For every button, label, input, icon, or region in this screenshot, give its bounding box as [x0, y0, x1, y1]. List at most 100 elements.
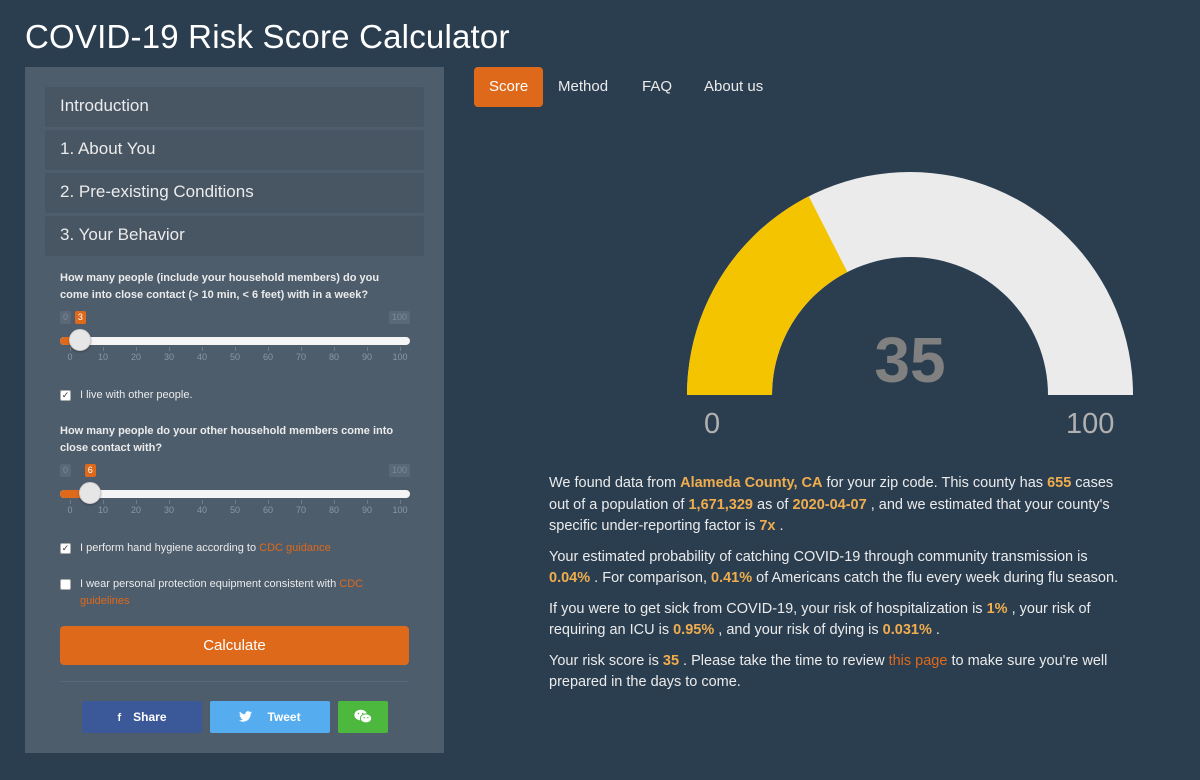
- twitter-tweet-button[interactable]: Tweet: [210, 701, 330, 733]
- slider-tick-mark: [334, 500, 335, 504]
- slider-tick-mark: [70, 347, 71, 351]
- slider-tick-label: 40: [196, 352, 208, 362]
- slider-tick-mark: [400, 500, 401, 504]
- section-introduction[interactable]: Introduction: [45, 87, 424, 127]
- icu-risk: 0.95%: [673, 622, 715, 638]
- slider-tick-label: 90: [361, 352, 373, 362]
- slider-value-label: 6: [84, 464, 96, 477]
- gauge-value: 35: [874, 324, 946, 396]
- slider-tick-label: 70: [295, 352, 307, 362]
- slider-tick-label: 60: [262, 352, 274, 362]
- hospitalization-risk: 1%: [986, 600, 1008, 617]
- slider-tick-label: 10: [97, 352, 109, 362]
- twitter-icon: [239, 711, 255, 724]
- slider-tick-mark: [103, 347, 104, 351]
- slider-tick-label: 40: [196, 505, 208, 515]
- population: 1,671,329: [688, 496, 753, 513]
- slider-tick-label: 80: [328, 505, 340, 515]
- flu-rate: 0.41%: [711, 570, 753, 586]
- facebook-share-button[interactable]: f Share: [82, 701, 202, 733]
- slider-ticks: 0 10 20 30 40 50 60 70 80 90 100: [60, 347, 410, 372]
- slider-handle[interactable]: [68, 329, 91, 351]
- slider-tick-mark: [70, 500, 71, 504]
- live-with-others-label: I live with other people.: [80, 389, 193, 401]
- slider-tick-label: 100: [392, 505, 408, 515]
- infection-probability: 0.04%: [549, 570, 591, 586]
- slider-tick-label: 20: [130, 352, 142, 362]
- wechat-share-button[interactable]: [338, 701, 388, 733]
- score-paragraph: Your risk score is 35 . Please take the …: [549, 652, 1108, 691]
- slider-tick-mark: [136, 500, 137, 504]
- risk-score-value: 35: [662, 652, 680, 669]
- tab-score[interactable]: Score: [474, 67, 544, 107]
- section-about-you[interactable]: 1. About You: [45, 130, 424, 170]
- tab-about-us[interactable]: About us: [689, 67, 778, 107]
- slider-tick-mark: [136, 347, 137, 351]
- this-page-link[interactable]: this page: [889, 653, 948, 669]
- slider-min-label: 0: [60, 311, 72, 324]
- slider-tick-mark: [235, 347, 236, 351]
- slider-tick-label: 90: [361, 505, 373, 515]
- sidebar-panel: Introduction 1. About You 2. Pre-existin…: [25, 67, 444, 753]
- slider-tick-label: 50: [229, 352, 241, 362]
- live-with-others-row[interactable]: ✓ I live with other people.: [60, 387, 400, 404]
- slider-max-label: 100: [388, 464, 410, 477]
- results-text: We found data from Alameda County, CA fo…: [549, 473, 1124, 703]
- household-contacts-question: How many people do your other household …: [60, 425, 394, 454]
- divider: [60, 681, 409, 682]
- slider-tick-mark: [334, 347, 335, 351]
- slider-track[interactable]: [60, 490, 410, 498]
- tab-method[interactable]: Method: [543, 67, 623, 107]
- risk-score-gauge: 35 0 100: [660, 165, 1160, 450]
- ppe-text: I wear personal protection equipment con…: [80, 576, 400, 610]
- ppe-label: I wear personal protection equipment con…: [80, 578, 340, 590]
- slider-tick-mark: [301, 500, 302, 504]
- slider-track[interactable]: [60, 337, 410, 345]
- slider-tick-mark: [301, 347, 302, 351]
- hygiene-label: I perform hand hygiene according to: [80, 542, 260, 554]
- facebook-share-label: Share: [133, 710, 167, 724]
- slider-tick-label: 30: [163, 505, 175, 515]
- death-risk: 0.031%: [882, 622, 932, 638]
- household-contacts-slider[interactable]: 0 100 6 0 10 20 30 40 50 60 70 80 90 100: [60, 464, 410, 540]
- ppe-row[interactable]: I wear personal protection equipment con…: [60, 576, 400, 610]
- case-count: 655: [1047, 475, 1072, 491]
- slider-tick-mark: [367, 347, 368, 351]
- slider-tick-mark: [268, 500, 269, 504]
- slider-tick-mark: [235, 500, 236, 504]
- county-name: Alameda County, CA: [680, 475, 823, 491]
- slider-tick-label: 50: [229, 505, 241, 515]
- slider-tick-label: 100: [392, 352, 408, 362]
- slider-min-label: 0: [60, 464, 72, 477]
- slider-tick-label: 80: [328, 352, 340, 362]
- twitter-tweet-label: Tweet: [267, 710, 301, 724]
- data-date: 2020-04-07: [792, 496, 867, 513]
- slider-tick-mark: [202, 347, 203, 351]
- ppe-checkbox[interactable]: [60, 579, 71, 590]
- slider-tick-label: 70: [295, 505, 307, 515]
- section-your-behavior[interactable]: 3. Your Behavior: [45, 216, 424, 256]
- gauge-max-label: 100: [1066, 408, 1115, 440]
- slider-tick-mark: [103, 500, 104, 504]
- hygiene-row[interactable]: ✓ I perform hand hygiene according to CD…: [60, 540, 400, 557]
- under-reporting-factor: 7x: [759, 518, 776, 534]
- close-contacts-slider[interactable]: 0 100 3 0 10 20 30 40 50 60 70 80 90 100: [60, 311, 410, 387]
- probability-paragraph: Your estimated probability of catching C…: [549, 548, 1119, 587]
- slider-tick-label: 60: [262, 505, 274, 515]
- slider-tick-mark: [400, 347, 401, 351]
- hygiene-text: I perform hand hygiene according to CDC …: [80, 540, 331, 557]
- tab-faq[interactable]: FAQ: [627, 67, 687, 107]
- calculate-button[interactable]: Calculate: [60, 626, 409, 665]
- wechat-icon: [354, 709, 373, 724]
- slider-tick-mark: [367, 500, 368, 504]
- cdc-guidance-link[interactable]: CDC guidance: [259, 542, 331, 554]
- slider-handle[interactable]: [78, 482, 101, 504]
- section-pre-existing-conditions[interactable]: 2. Pre-existing Conditions: [45, 173, 424, 213]
- hygiene-checkbox[interactable]: ✓: [60, 543, 71, 554]
- slider-tick-label: 0: [67, 505, 73, 515]
- county-data-paragraph: We found data from Alameda County, CA fo…: [549, 475, 1114, 534]
- facebook-icon: f: [117, 712, 122, 724]
- live-with-others-checkbox[interactable]: ✓: [60, 390, 71, 401]
- gauge-min-label: 0: [704, 408, 721, 440]
- slider-tick-mark: [169, 500, 170, 504]
